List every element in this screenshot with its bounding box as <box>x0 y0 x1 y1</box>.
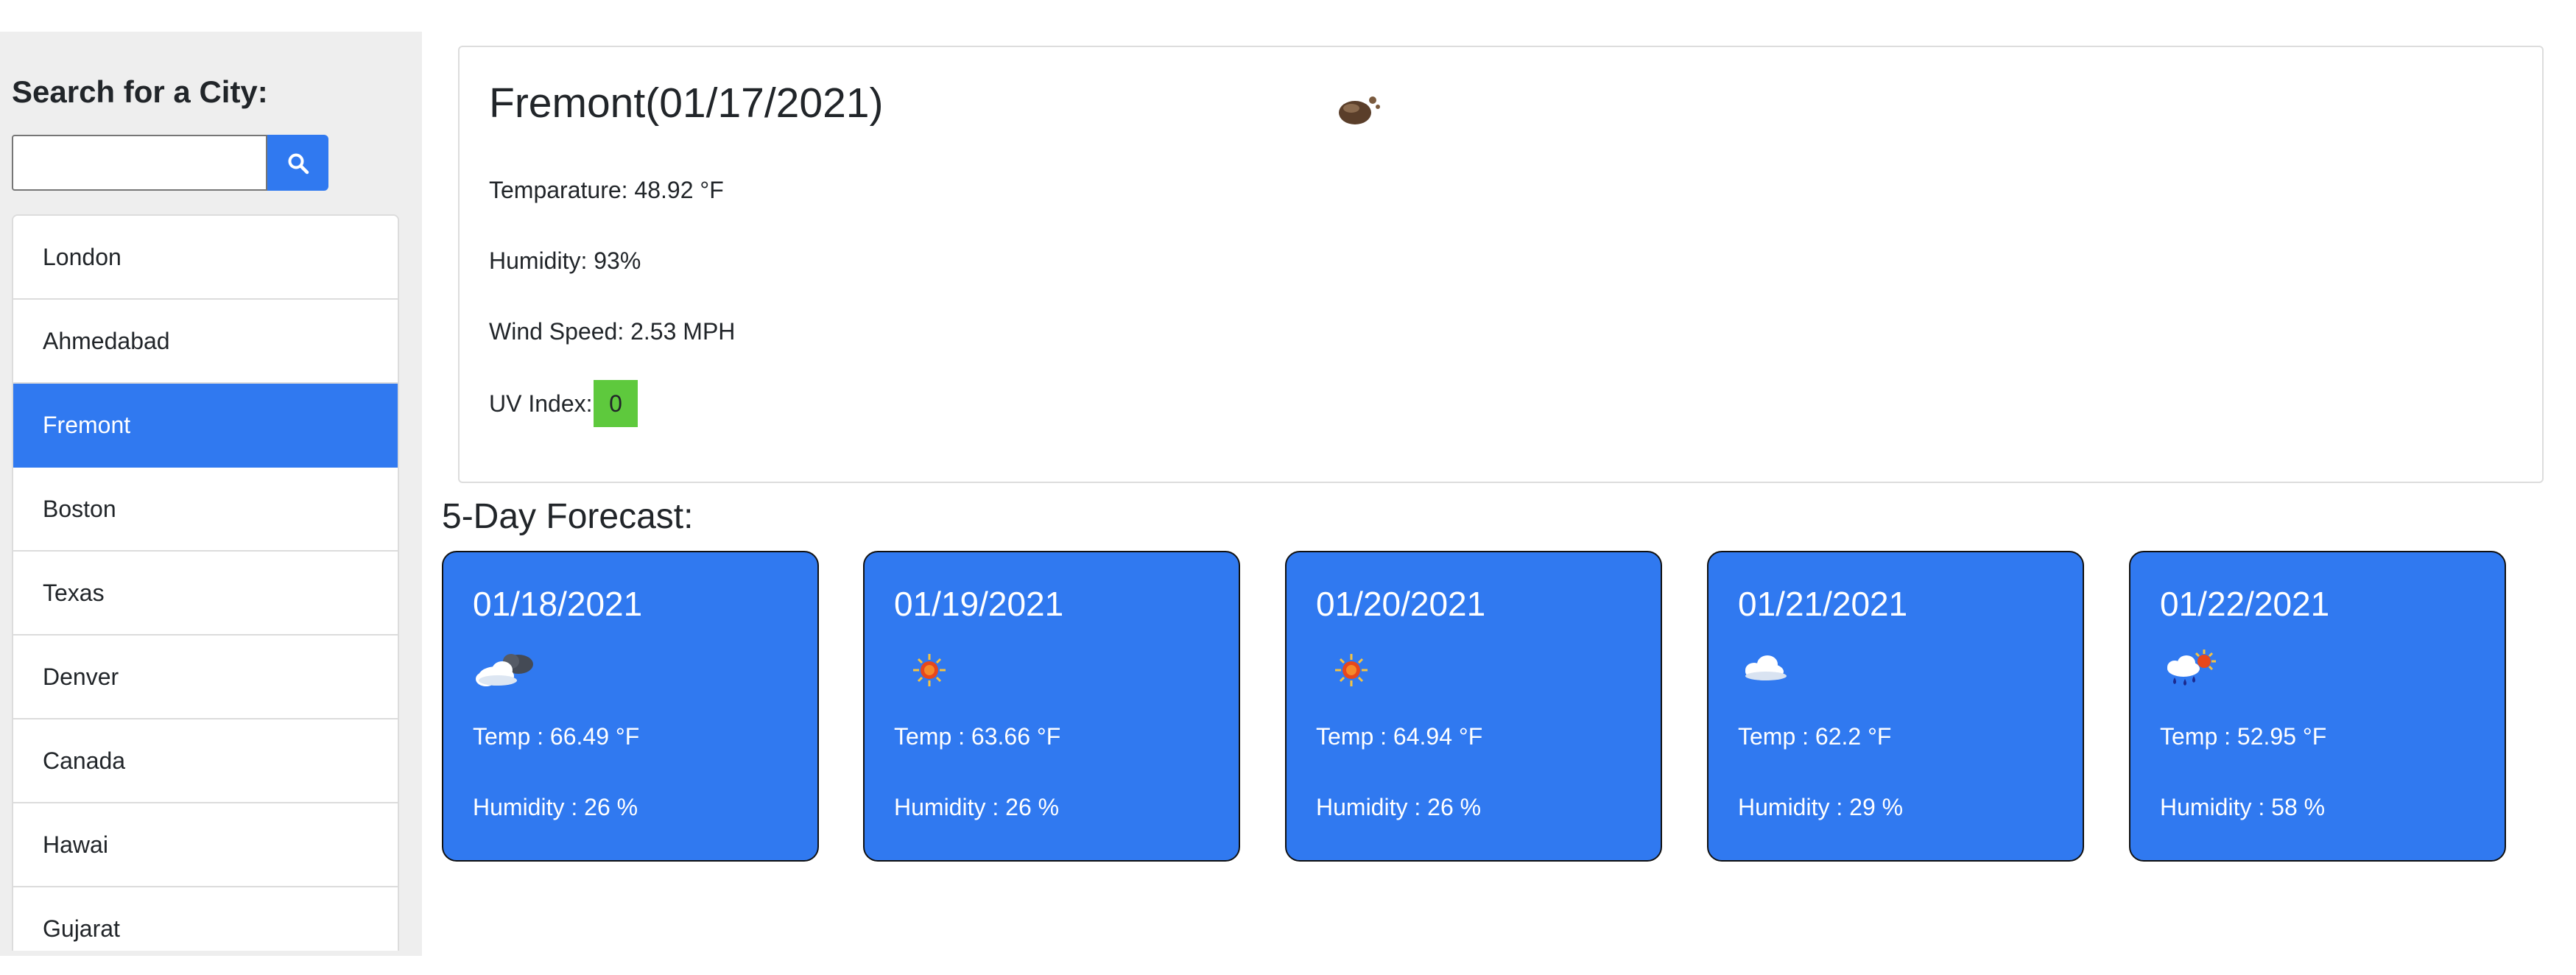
current-temperature: Temparature: 48.92 °F <box>489 177 724 203</box>
forecast-temp: Temp : 62.2 °F <box>1738 723 1892 750</box>
forecast-date: 01/21/2021 <box>1738 585 1908 623</box>
forecast-temp: Temp : 52.95 °F <box>2160 723 2327 750</box>
city-item-denver[interactable]: Denver <box>13 636 398 719</box>
current-city-title: Fremont(01/17/2021) <box>489 80 884 127</box>
forecast-date: 01/20/2021 <box>1316 585 1486 623</box>
forecast-date: 01/18/2021 <box>473 585 643 623</box>
forecast-card: 01/22/2021 Temp : 52.95 °F Humidity : 58 % <box>2129 551 2506 862</box>
partly-cloudy-night-icon <box>473 647 541 694</box>
city-search-input[interactable] <box>12 135 267 191</box>
forecast-humidity: Humidity : 29 % <box>1738 794 1904 820</box>
sun-icon <box>894 647 962 694</box>
uv-index-badge: 0 <box>594 380 638 427</box>
city-item-boston[interactable]: Boston <box>13 468 398 552</box>
city-item-fremont[interactable]: Fremont <box>13 384 398 468</box>
forecast-temp: Temp : 64.94 °F <box>1316 723 1483 750</box>
forecast-humidity: Humidity : 26 % <box>1316 794 1482 820</box>
forecast-card: 01/21/2021 Temp : 62.2 °F Humidity : 29 % <box>1707 551 2084 862</box>
forecast-heading: 5-Day Forecast: <box>442 497 694 536</box>
city-history-list: London Ahmedabad Fremont Boston Texas Denver C… <box>12 214 399 951</box>
forecast-card: 01/20/2021 Temp : 64.94 °F Humidity : 26 % <box>1285 551 1662 862</box>
search-button[interactable] <box>267 135 328 191</box>
city-item-ahmedabad[interactable]: Ahmedabad <box>13 300 398 384</box>
search-title: Search for a City: <box>12 74 268 109</box>
fog-icon <box>1339 96 1380 124</box>
city-item-london[interactable]: London <box>13 216 398 300</box>
forecast-temp: Temp : 63.66 °F <box>894 723 1061 750</box>
current-wind-speed: Wind Speed: 2.53 MPH <box>489 318 736 345</box>
forecast-temp: Temp : 66.49 °F <box>473 723 640 750</box>
city-item-canada[interactable]: Canada <box>13 719 398 803</box>
search-icon <box>288 153 309 175</box>
uv-index-label: UV Index: <box>489 390 593 417</box>
forecast-card: 01/18/2021 Temp : 66.49 °F Humidity : 26 % <box>442 551 819 862</box>
forecast-card: 01/19/2021 Temp : 63.66 °F Humidity : 26 % <box>863 551 1240 862</box>
cloud-icon <box>1738 647 1806 694</box>
forecast-humidity: Humidity : 58 % <box>2160 794 2326 820</box>
forecast-date: 01/22/2021 <box>2160 585 2330 623</box>
current-humidity: Humidity: 93% <box>489 247 641 274</box>
city-item-texas[interactable]: Texas <box>13 552 398 636</box>
sun-icon <box>1316 647 1384 694</box>
sidebar: Search for a City: London Ahmedabad Fremon… <box>0 32 422 956</box>
city-item-hawai[interactable]: Hawai <box>13 803 398 887</box>
forecast-humidity: Humidity : 26 % <box>894 794 1060 820</box>
rain-sun-icon <box>2160 647 2228 694</box>
city-item-gujarat[interactable]: Gujarat <box>13 887 398 951</box>
forecast-humidity: Humidity : 26 % <box>473 794 638 820</box>
current-weather-card: Fremont(01/17/2021) Temparature: 48.92 °… <box>458 46 2544 483</box>
forecast-date: 01/19/2021 <box>894 585 1064 623</box>
